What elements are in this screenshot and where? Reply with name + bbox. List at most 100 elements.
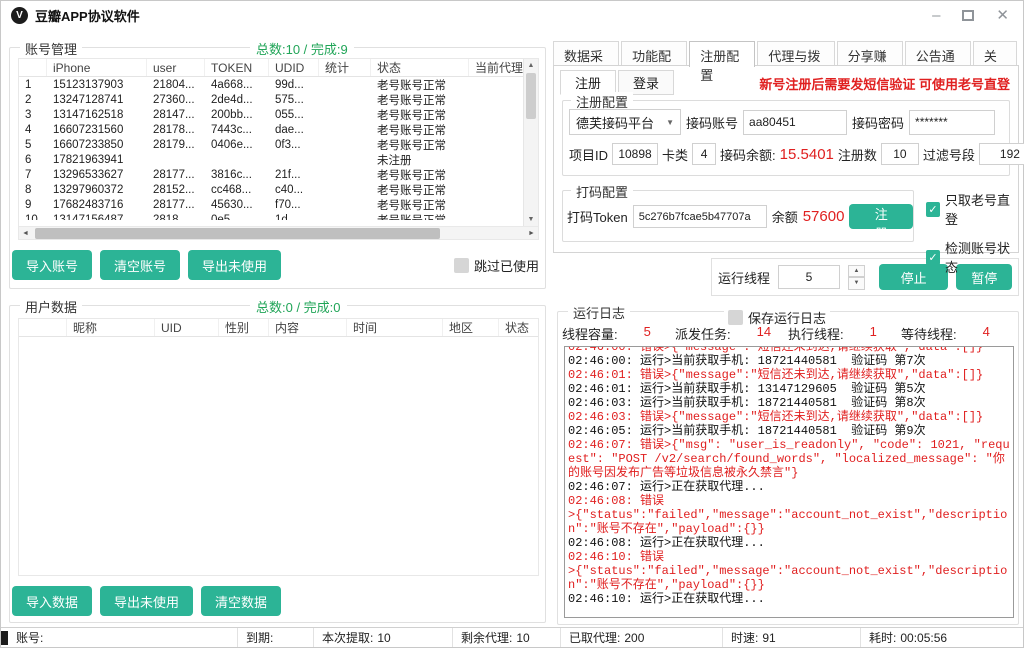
- userdata-group: 用户数据 总数:0 / 完成:0 昵称 UID 性别 内容 时间 地区 状态 导…: [9, 305, 546, 623]
- cell-user: 28147...: [147, 109, 205, 121]
- col-udid: UDID: [269, 59, 319, 76]
- log-line: 02:46:03: 错误>{"message":"短信还未到达,请继续获取","…: [568, 410, 1010, 424]
- col-content: 内容: [269, 319, 347, 336]
- table-row[interactable]: 1 15123137903 21804... 4a668... 99d... 老…: [19, 77, 523, 92]
- sms-password-input[interactable]: [909, 110, 995, 135]
- close-icon[interactable]: ✕: [996, 8, 1009, 23]
- scrollbar-thumb-h[interactable]: [35, 228, 440, 239]
- cell-iphone: 13296533627: [47, 169, 147, 181]
- thread-count-input[interactable]: [778, 265, 840, 289]
- tab[interactable]: 分享赚钱: [837, 41, 903, 65]
- cell-user: 28177...: [147, 199, 205, 211]
- col-user: user: [147, 59, 205, 76]
- tab[interactable]: 数据采集: [553, 41, 619, 65]
- userdata-action-button[interactable]: 导入数据: [12, 586, 92, 616]
- userdata-action-button[interactable]: 导出未使用: [100, 586, 193, 616]
- option-checkbox[interactable]: 检测账号状态: [926, 238, 1018, 276]
- cell-index: 9: [19, 199, 47, 211]
- status-bar: 账号: 到期: 本次提取: 10 剩余代理: 10 已取代理: 200: [1, 627, 1023, 647]
- userdata-table: 昵称 UID 性别 内容 时间 地区 状态: [18, 318, 539, 576]
- account-action-button[interactable]: 清空账号: [100, 250, 180, 280]
- table-row[interactable]: 8 13297960372 28152... cc468... c40... 老…: [19, 182, 523, 197]
- maximize-icon[interactable]: [962, 10, 974, 21]
- checkbox-icon[interactable]: [926, 202, 940, 217]
- register-count-input[interactable]: [881, 143, 919, 165]
- log-line: 02:46:08: 运行>正在获取代理...: [568, 536, 1010, 550]
- tab[interactable]: 公告通知: [905, 41, 971, 65]
- tab[interactable]: 代理与拨号: [757, 41, 834, 65]
- stepper-up-icon[interactable]: ▲: [848, 265, 865, 278]
- cell-udid: c40...: [269, 184, 319, 196]
- table-row[interactable]: 4 16607231560 28178... 7443c... dae... 老…: [19, 122, 523, 137]
- cell-udid: f70...: [269, 199, 319, 211]
- filter-segment-input[interactable]: [979, 143, 1024, 165]
- skip-used-checkbox[interactable]: 跳过已使用: [454, 256, 539, 275]
- log-line: 02:46:00: 运行>当前获取手机: 18721440581 验证码 第7次: [568, 354, 1010, 368]
- card-type-input[interactable]: [692, 143, 716, 165]
- captcha-balance-value: 57600: [803, 208, 845, 225]
- checkbox-icon[interactable]: [728, 310, 743, 325]
- log-output[interactable]: 02:46:00: 错误>{"message":"短信还未到达,请继续获取","…: [564, 346, 1014, 618]
- status-label: 已取代理:: [569, 629, 620, 646]
- cell-index: 2: [19, 94, 47, 106]
- checkbox-icon[interactable]: [454, 258, 469, 273]
- card-type-label: 卡类: [662, 145, 688, 164]
- status-item: 剩余代理: 10: [453, 628, 561, 647]
- log-line: 02:46:00: 错误>{"message":"短信还未到达,请继续获取","…: [568, 346, 1010, 354]
- filter-segment-label: 过滤号段: [923, 145, 975, 164]
- userdata-counter: 总数:0 / 完成:0: [250, 297, 347, 316]
- project-id-input[interactable]: [612, 143, 658, 165]
- status-item: 耗时: 00:05:56: [861, 628, 1023, 647]
- accounts-table-header: iPhone user TOKEN UDID 统计 状态 当前代理: [19, 59, 538, 77]
- table-row[interactable]: 3 13147162518 28147... 200bb... 055... 老…: [19, 107, 523, 122]
- cell-index: 6: [19, 154, 47, 166]
- sms-password-label: 接码密码: [852, 113, 904, 132]
- cell-status: 老号账号正常: [371, 137, 469, 153]
- cell-token: 45630...: [205, 199, 269, 211]
- log-stats: 线程容量: 5 派发任务: 14 执行线程: 1 等待线程: 4: [562, 324, 1014, 343]
- table-row[interactable]: 6 17821963941 未注册: [19, 152, 523, 167]
- tab[interactable]: 注册配置: [689, 41, 755, 67]
- tab[interactable]: 功能配置: [621, 41, 687, 65]
- col-index: [19, 59, 47, 76]
- log-line: 02:46:10: 运行>正在获取代理...: [568, 592, 1010, 606]
- scroll-up-icon[interactable]: ▲: [524, 59, 538, 72]
- sms-account-input[interactable]: [743, 110, 847, 135]
- table-row[interactable]: 2 13247128741 27360... 2de4d... 575... 老…: [19, 92, 523, 107]
- scrollbar-thumb[interactable]: [526, 73, 536, 119]
- scroll-left-icon[interactable]: ◄: [19, 227, 32, 240]
- table-row[interactable]: 10 13147156487 2818... 0e5... 1d... 老号账号…: [19, 212, 523, 220]
- captcha-token-input[interactable]: [633, 205, 767, 228]
- skip-used-label: 跳过已使用: [474, 256, 539, 275]
- scroll-right-icon[interactable]: ►: [525, 227, 538, 240]
- thread-count-stepper[interactable]: ▲ ▼: [848, 265, 865, 290]
- table-row[interactable]: 7 13296533627 28177... 3816c... 21f... 老…: [19, 167, 523, 182]
- log-line: 02:46:08: 错误: [568, 494, 1010, 508]
- cell-token: 200bb...: [205, 109, 269, 121]
- scroll-down-icon[interactable]: ▼: [524, 213, 538, 226]
- cell-user: 28179...: [147, 139, 205, 151]
- userdata-action-button[interactable]: 清空数据: [201, 586, 281, 616]
- account-action-button[interactable]: 导入账号: [12, 250, 92, 280]
- sms-platform-select[interactable]: 德芙接码平台 ▼: [569, 109, 681, 135]
- register-notice: 新号注册后需要发短信验证 可使用老号直登: [759, 74, 1010, 93]
- log-line: >{"status":"failed","message":"account_n…: [568, 508, 1010, 536]
- register-button[interactable]: 注册: [849, 204, 913, 229]
- status-label: 剩余代理:: [461, 629, 512, 646]
- table-row[interactable]: 9 17682483716 28177... 45630... f70... 老…: [19, 197, 523, 212]
- app-icon: V: [11, 7, 28, 24]
- status-label: 耗时:: [869, 629, 896, 646]
- stat-value: 1: [870, 324, 877, 343]
- option-checkbox[interactable]: 只取老号直登: [926, 190, 1018, 228]
- cell-token: 4a668...: [205, 79, 269, 91]
- minimize-icon[interactable]: –: [932, 8, 940, 23]
- sms-account-label: 接码账号: [686, 113, 738, 132]
- stat-value: 5: [644, 324, 651, 343]
- tab[interactable]: 关于: [973, 41, 1017, 65]
- table-row[interactable]: 5 16607233850 28179... 0406e... 0f3... 老…: [19, 137, 523, 152]
- stepper-down-icon[interactable]: ▼: [848, 277, 865, 290]
- vertical-scrollbar[interactable]: ▲ ▼: [523, 59, 538, 226]
- account-action-button[interactable]: 导出未使用: [188, 250, 281, 280]
- horizontal-scrollbar[interactable]: ◄ ►: [19, 226, 538, 239]
- checkbox-icon[interactable]: [926, 250, 940, 265]
